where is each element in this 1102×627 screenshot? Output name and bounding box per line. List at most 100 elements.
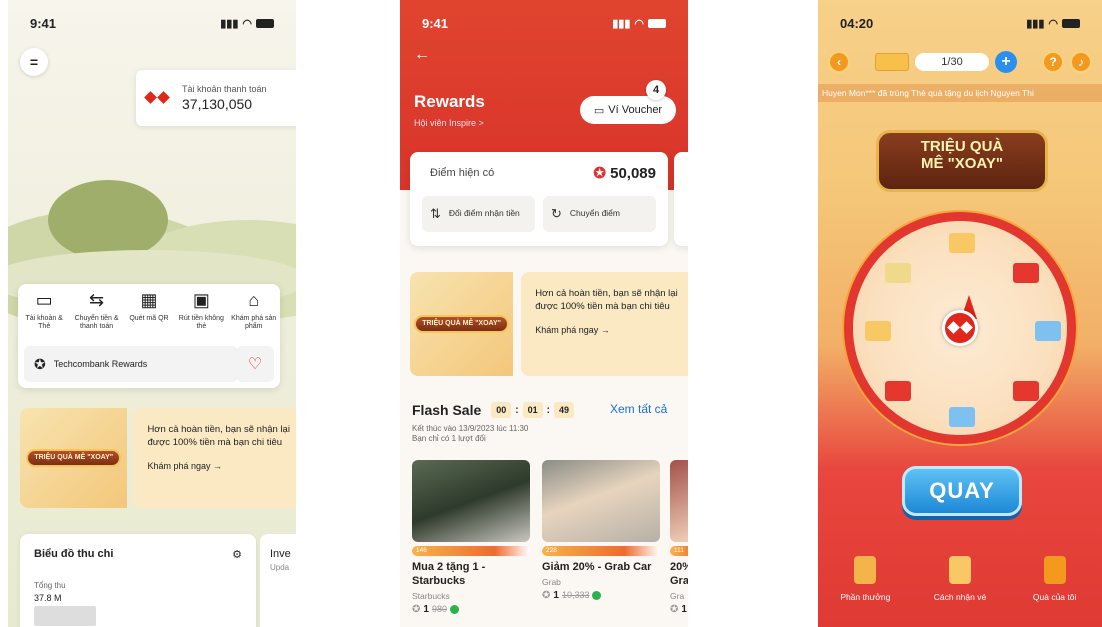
limit-text: Bạn chỉ có 1 lượt đổi — [412, 434, 486, 444]
prize-redpacket-icon — [1013, 263, 1039, 283]
investment-card[interactable]: Inve Upda — [260, 534, 296, 627]
hamburger-icon: = — [29, 54, 39, 70]
quick-action-label: Khám phá sản phẩm — [231, 314, 277, 330]
quick-actions-card: ▭ Tài khoản & Thẻ ⇆ Chuyển tiền & thanh to… — [18, 284, 280, 388]
ticket-counter: 1/30 + — [875, 51, 1017, 73]
quick-action-label: Tài khoản & Thẻ — [25, 314, 63, 330]
flash-sale-meta: Kết thúc vào 13/9/2023 lúc 11:30 Bạn chỉ… — [412, 424, 528, 445]
account-label: Tài khoản thanh toán — [182, 84, 267, 94]
account-balance: 37,130,050 — [182, 96, 253, 112]
income-value: 37.8 M — [34, 593, 62, 603]
deal-card[interactable]: 228 Giảm 20% - Grab Car Grab ✪ 1 10,333 — [542, 460, 660, 601]
deal-name: Mua 2 tặng 1 - Starbucks — [412, 561, 486, 587]
account-card[interactable]: Tài khoản thanh toán 37,130,050 — [136, 70, 296, 126]
redeem-points-button[interactable]: ⇅ Đổi điểm nhận tiền — [422, 196, 535, 232]
rewards-button[interactable]: ✪ Techcombank Rewards — [24, 346, 238, 382]
wheel-center-logo-icon — [942, 310, 978, 346]
quick-action-explore[interactable]: ⌂ Khám phá sản phẩm — [229, 290, 279, 331]
nav-label: Phần thưởng — [840, 592, 891, 602]
nav-how-to-get-tickets[interactable]: Cách nhận vé — [920, 556, 1000, 602]
transfer-label: Chuyển điểm — [569, 208, 620, 219]
sound-icon[interactable]: ♪ — [1070, 51, 1092, 73]
menu-button[interactable]: = — [20, 48, 48, 76]
timer-separator: : — [515, 404, 519, 416]
promo-banner[interactable]: TRIỆU QUÀ MÊ "XOAY" Hơn cả hoàn tiền, bạ… — [410, 272, 688, 376]
quick-action-accounts[interactable]: ▭ Tài khoản & Thẻ — [19, 290, 69, 331]
status-time: 9:41 — [30, 15, 57, 31]
quick-action-cardless-withdraw[interactable]: ▣ Rút tiền không thẻ — [176, 290, 226, 331]
settings-gear-icon[interactable]: ⚙ — [232, 548, 242, 561]
timer-minutes: 01 — [522, 402, 543, 418]
game-title-line2: MÊ "XOAY" — [920, 154, 1004, 172]
deal-brand: Grab — [542, 576, 561, 587]
nav-my-gifts[interactable]: Quà của tôi — [1015, 556, 1095, 602]
wifi-icon: ◠ — [634, 17, 644, 30]
quick-action-label: Quét mã QR — [129, 314, 169, 322]
promo-text: Hơn cả hoàn tiền, bạn sẽ nhận lại được 1… — [147, 424, 290, 448]
promo-link[interactable]: Khám phá ngay → — [535, 324, 688, 336]
income-expense-card[interactable]: Biểu đồ thu chi ⚙ Tổng thu 37.8 M — [20, 534, 256, 627]
game-title: TRIỆU QUÀ MÊ "XOAY" — [876, 130, 1048, 192]
points-icon: ✪ — [670, 603, 679, 615]
see-all-link[interactable]: Xem tất cả — [610, 402, 667, 416]
quick-action-label: Rút tiền không thẻ — [178, 314, 224, 330]
spin-button[interactable]: QUAY — [902, 466, 1022, 516]
prize-envelope-icon — [949, 233, 975, 253]
next-card-peek — [674, 152, 688, 246]
deal-old-price: 980 — [431, 604, 447, 614]
deal-old-price: 10,333 — [561, 590, 590, 601]
ticket-icon — [875, 53, 909, 71]
favorite-button[interactable]: ♡ — [236, 346, 274, 382]
medal-icon: ✪ — [34, 355, 46, 372]
status-time: 04:20 — [840, 15, 874, 31]
flash-sale-title: Flash Sale — [412, 402, 482, 418]
back-arrow-icon[interactable]: ← — [414, 46, 430, 64]
promo-link[interactable]: Khám phá ngay → — [147, 460, 292, 472]
points-icon: ✪ — [412, 603, 421, 615]
promo-badge: TRIỆU QUÀ MÊ "XOAY" — [414, 315, 509, 333]
prize-envelope-icon — [949, 407, 975, 427]
wifi-icon: ◠ — [1048, 17, 1058, 30]
atm-icon: ▣ — [192, 290, 210, 310]
deal-card[interactable]: 111 20% Gra Gra ✪1 — [670, 460, 688, 615]
timer-hours: 00 — [491, 402, 512, 418]
quick-action-label: Chuyển tiền & thanh toán — [74, 314, 119, 330]
game-toolbar: ‹ 1/30 + ? ♪ — [828, 48, 1092, 76]
flash-sale-header: Flash Sale 00 : 01 : 49 — [412, 402, 574, 418]
rewards-screen: 9:41 ▮▮▮ ◠ ← Rewards Hội viên Inspire > ▭… — [400, 0, 688, 627]
nav-rewards[interactable]: Phần thưởng — [825, 556, 905, 602]
signal-icon: ▮▮▮ — [612, 17, 631, 30]
quick-action-transfer[interactable]: ⇆ Chuyển tiền & thanh toán — [72, 290, 122, 331]
voucher-wallet-button[interactable]: ▭ Ví Voucher — [580, 96, 676, 124]
check-icon — [449, 604, 459, 614]
promo-content: Hơn cả hoàn tiền, bạn sẽ nhận lại được 1… — [521, 272, 688, 376]
bank-icon: ⌂ — [248, 290, 260, 310]
winners-marquee: Huyen Mon*** đã trúng Thẻ quà tặng du lị… — [818, 84, 1102, 102]
voucher-icon: ▭ — [593, 104, 605, 117]
quick-action-qr[interactable]: ▦ Quét mã QR — [124, 290, 174, 331]
deal-image-grab — [542, 460, 660, 542]
end-time-text: Kết thúc vào 13/9/2023 lúc 11:30 — [412, 424, 529, 433]
nav-label: Cách nhận vé — [933, 592, 987, 602]
check-icon — [592, 590, 602, 600]
promo-content: Hơn cả hoàn tiền, bạn sẽ nhận lại được 1… — [133, 408, 296, 508]
promo-banner[interactable]: TRIỆU QUÀ MÊ "XOAY" Hơn cả hoàn tiền, bạ… — [20, 408, 296, 508]
deal-image — [670, 460, 688, 542]
deal-stock-bar: 228 — [542, 546, 660, 556]
deal-brand: Starbucks — [412, 590, 450, 601]
voucher-count-badge: 4 — [646, 80, 666, 100]
prize-redpacket-icon — [885, 381, 911, 401]
deal-card[interactable]: 146 Mua 2 tặng 1 - Starbucks Starbucks ✪… — [412, 460, 530, 615]
help-icon[interactable]: ? — [1042, 51, 1064, 73]
membership-link[interactable]: Hội viên Inspire > — [414, 118, 484, 128]
back-chevron-icon[interactable]: ‹ — [828, 51, 850, 73]
points-label: Điểm hiện có — [430, 167, 495, 179]
transfer-points-button[interactable]: ↻ Chuyển điểm — [543, 196, 656, 232]
deal-brand: Gra — [670, 590, 685, 601]
battery-icon — [648, 18, 666, 28]
add-ticket-button[interactable]: + — [995, 51, 1017, 73]
prize-ticket-icon — [885, 263, 911, 283]
wallet-icon: ▭ — [35, 290, 53, 310]
heart-icon: ♡ — [247, 356, 263, 373]
qr-icon: ▦ — [140, 290, 158, 310]
